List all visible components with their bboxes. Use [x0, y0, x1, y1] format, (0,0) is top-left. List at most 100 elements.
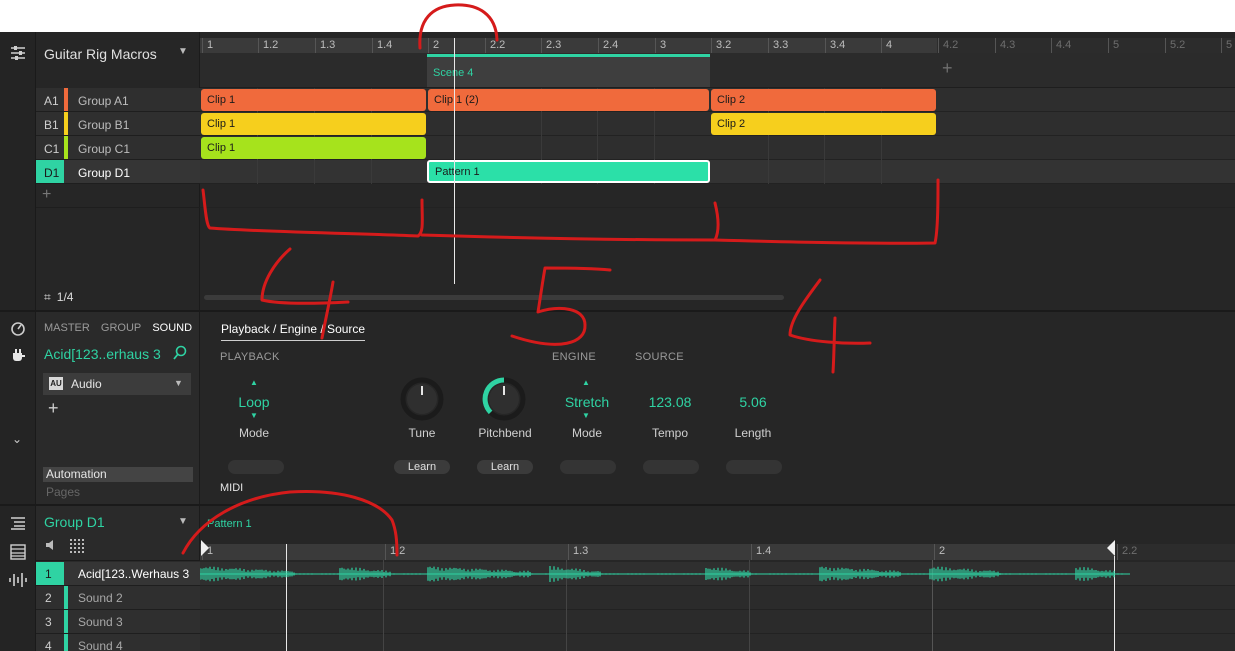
au-badge: AU [49, 377, 63, 390]
ruler-tick: 3.4 [825, 38, 845, 53]
pattern-clip-d1[interactable]: Pattern 1 [427, 160, 710, 183]
tempo-value[interactable]: 123.08 [635, 394, 705, 410]
engine-mode-value[interactable]: Stretch [552, 394, 622, 410]
group-row-c1[interactable]: C1 Group C1 [36, 136, 200, 160]
sound-row-4[interactable]: 4 Sound 4 [36, 634, 200, 651]
sound-row-2[interactable]: 2 Sound 2 [36, 586, 200, 610]
ruler-tick: 2 [428, 38, 439, 53]
ruler-tick: 3.2 [711, 38, 731, 53]
clip-a1-3[interactable]: Clip 2 [711, 89, 936, 111]
tab-sound[interactable]: SOUND [152, 322, 192, 334]
ruler-tick: 1.2 [385, 544, 405, 560]
pattern-icon-strip [0, 506, 36, 651]
tab-master[interactable]: MASTER [44, 322, 90, 334]
chevron-down-icon[interactable]: ▼ [178, 516, 188, 527]
ruler-tick: 5 [1221, 38, 1232, 53]
pattern-list-icon[interactable] [10, 516, 26, 533]
tune-label: Tune [408, 426, 436, 440]
speaker-icon[interactable] [44, 538, 58, 555]
empty-learn-slot [560, 460, 616, 474]
clip-a1-1[interactable]: Clip 1 [201, 89, 426, 111]
loop-mode-value[interactable]: Loop [224, 394, 284, 410]
playhead[interactable] [454, 38, 455, 284]
plugin-panel: MASTER GROUP SOUND Acid[123..erhaus 3 AU… [36, 312, 200, 504]
clip-b1-1[interactable]: Clip 1 [201, 113, 426, 135]
pattern-ruler[interactable]: 1 1.2 1.3 1.4 2 2.2 [200, 544, 1235, 560]
pattern-group-name[interactable]: Group D1 [44, 514, 105, 530]
chevron-down-icon[interactable]: ▼ [174, 378, 183, 388]
pattern-name[interactable]: Pattern 1 [207, 518, 252, 530]
event-lane-3 [200, 610, 1235, 634]
waveform-icon[interactable] [9, 572, 27, 591]
horizontal-scrollbar[interactable] [204, 295, 784, 300]
ruler-tick: 5.2 [1165, 38, 1185, 53]
sound-number: 1 [45, 567, 52, 581]
ruler-tick: 4.4 [1051, 38, 1071, 53]
group-name: Group C1 [78, 142, 131, 156]
ruler-tick: 2.2 [1117, 544, 1137, 560]
clip-a1-2[interactable]: Clip 1 (2) [428, 89, 709, 111]
group-color-bar [64, 136, 68, 159]
tab-group[interactable]: GROUP [101, 322, 141, 334]
arrow-up-icon[interactable]: ▲ [250, 378, 258, 387]
sound-name: Acid[123..Werhaus 3 [78, 567, 190, 581]
ruler-inactive-region [937, 38, 1235, 53]
arranger-icon-strip [0, 32, 36, 310]
page-tab[interactable]: Playback / Engine / Source [221, 322, 366, 341]
chevron-down-icon[interactable]: ▼ [178, 46, 188, 57]
group-row-d1[interactable]: D1 Group D1 [36, 160, 200, 184]
sound-row-1[interactable]: 1 Acid[123..Werhaus 3 [36, 562, 200, 586]
scene-row [200, 53, 1235, 88]
arrow-down-icon[interactable]: ▼ [250, 411, 258, 420]
ruler-tick: 1 [202, 38, 213, 53]
ruler-tick: 1.2 [258, 38, 278, 53]
maschine-window: Guitar Rig Macros ▼ + ⌗ 1/4 A1 Group A1 B… [0, 32, 1235, 651]
timeline-ruler[interactable]: 1 1.2 1.3 1.4 2 2.2 2.3 2.4 3 3.2 3.3 3.… [200, 38, 1235, 53]
empty-learn-slot [228, 460, 284, 474]
plugin-slot[interactable]: AU Audio ▼ [43, 373, 191, 395]
ruler-tick: 5 [1108, 38, 1119, 53]
ruler-tick: 2.4 [598, 38, 618, 53]
clip-c1-1[interactable]: Clip 1 [201, 137, 426, 159]
sound-color-bar [64, 610, 68, 633]
ruler-tick: 4.3 [995, 38, 1015, 53]
sound-name: Sound 4 [78, 639, 123, 651]
browser-icon[interactable] [10, 321, 26, 340]
pitchbend-learn-button[interactable]: Learn [477, 460, 533, 474]
plugin-icon[interactable] [10, 348, 26, 367]
group-letter: A1 [44, 94, 59, 108]
collapse-chevron-icon[interactable]: ⌄ [12, 432, 22, 446]
add-scene-icon[interactable]: + [942, 58, 953, 79]
search-icon[interactable] [172, 345, 188, 364]
clip-b1-3[interactable]: Clip 2 [711, 113, 936, 135]
arrow-down-icon[interactable]: ▼ [582, 411, 590, 420]
empty-learn-slot [726, 460, 782, 474]
audio-waveform[interactable] [200, 562, 1130, 586]
group-letter: B1 [44, 118, 59, 132]
empty-lane [200, 184, 1235, 208]
loop-start-marker-icon[interactable] [200, 540, 210, 559]
sound-name[interactable]: Acid[123..erhaus 3 [44, 346, 161, 362]
arrow-up-icon[interactable]: ▲ [582, 378, 590, 387]
control-icon-strip: ⌄ [0, 312, 36, 504]
automation-item[interactable]: Automation [43, 467, 193, 482]
pad-grid-icon[interactable] [69, 538, 84, 556]
pattern-playhead[interactable] [286, 544, 287, 651]
group-color-bar [64, 112, 68, 135]
mixer-icon[interactable] [9, 44, 27, 67]
engine-mode-label: Mode [571, 426, 603, 440]
group-row-a1[interactable]: A1 Group A1 [36, 88, 200, 112]
piano-roll-icon[interactable] [10, 544, 26, 563]
tempo-label: Tempo [651, 426, 689, 440]
group-page-indicator[interactable]: ⌗ 1/4 [44, 290, 73, 305]
length-value[interactable]: 5.06 [723, 394, 783, 410]
scene-block[interactable]: Scene 4 [427, 54, 710, 87]
sound-row-3[interactable]: 3 Sound 3 [36, 610, 200, 634]
add-plugin-icon[interactable]: + [48, 398, 59, 419]
tune-knob[interactable] [398, 375, 446, 426]
add-group-icon[interactable]: + [42, 186, 51, 204]
tune-learn-button[interactable]: Learn [394, 460, 450, 474]
group-row-b1[interactable]: B1 Group B1 [36, 112, 200, 136]
grid-icon: ⌗ [44, 290, 51, 304]
pitchbend-knob[interactable] [480, 375, 528, 426]
